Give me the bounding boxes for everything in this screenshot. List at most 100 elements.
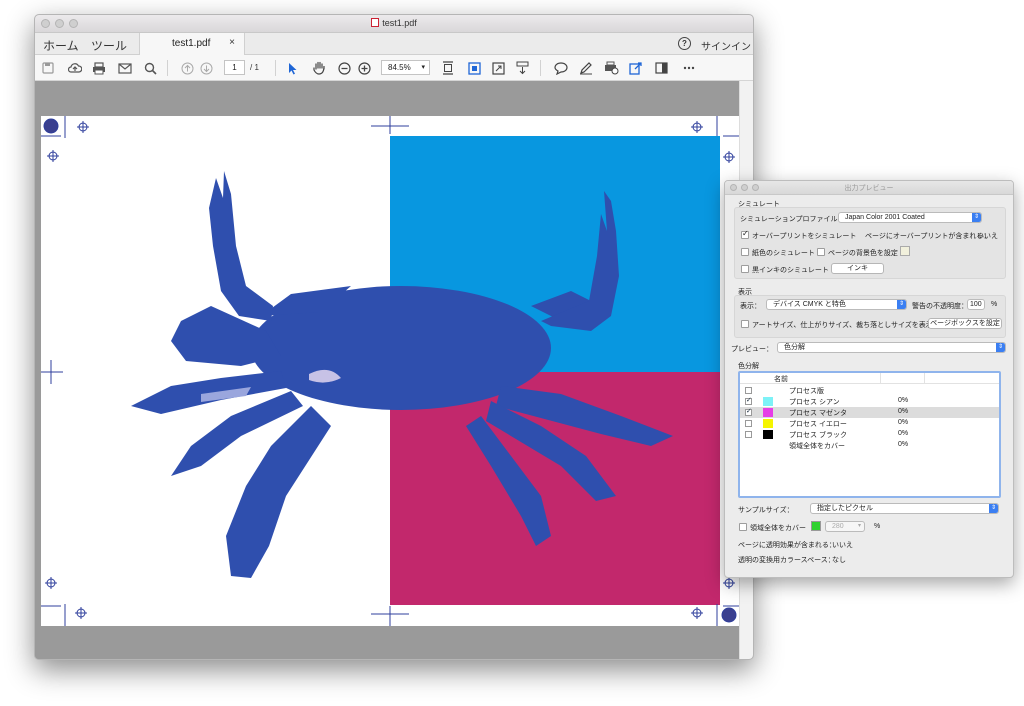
col-name-header: 名前	[774, 376, 788, 383]
separation-row[interactable]: プロセス ブラック 0%	[740, 429, 999, 440]
fit-page-icon[interactable]	[441, 60, 455, 76]
select-cursor-icon[interactable]	[287, 60, 299, 76]
separation-name: プロセス イエロー	[789, 421, 847, 428]
toolbar-divider	[540, 60, 541, 76]
sample-select[interactable]: 指定したピクセル ⇕	[810, 503, 999, 514]
pagebox-button[interactable]: ページボックスを設定	[928, 318, 1002, 329]
email-icon[interactable]	[117, 60, 133, 76]
profile-select[interactable]: Japan Color 2001 Coated ⇕	[838, 212, 982, 223]
acrobat-window: test1.pdf ホーム ツール test1.pdf × ? サインイン 1 …	[34, 14, 754, 660]
separation-percent: 0%	[898, 419, 909, 426]
page-up-icon[interactable]	[180, 60, 194, 76]
page-overprint-label: ページにオーバープリントが含まれる：	[865, 233, 991, 240]
toolbar-divider	[275, 60, 276, 76]
separation-name: プロセス ブラック	[789, 432, 847, 439]
page-total: / 1	[250, 63, 259, 72]
separation-name: プロセス版	[789, 388, 824, 395]
zoom-out-icon[interactable]	[337, 60, 351, 76]
save-icon[interactable]	[41, 60, 55, 76]
separation-swatch	[763, 408, 773, 417]
comment-icon[interactable]	[553, 60, 569, 76]
overprint-label: オーバープリントをシミュレート	[752, 233, 857, 240]
separation-checkbox[interactable]	[745, 396, 752, 405]
page-number-input[interactable]: 1	[224, 60, 245, 75]
coverage-select[interactable]: 280 ▾	[825, 521, 865, 532]
ink-button[interactable]: インキ	[831, 263, 884, 274]
scroll-mode-icon[interactable]	[515, 60, 529, 76]
export-icon[interactable]	[628, 60, 644, 76]
signin-link[interactable]: サインイン	[701, 38, 751, 53]
print-production-icon[interactable]	[603, 60, 619, 76]
sample-label: サンプルサイズ：	[738, 507, 794, 514]
separation-checkbox[interactable]	[745, 407, 752, 416]
tab-home[interactable]: ホーム	[43, 37, 79, 54]
chevron-updown-icon: ⇕	[972, 213, 981, 222]
bg-color-checkbox[interactable]	[817, 248, 825, 256]
bg-color-label: ページの背景色を設定	[828, 250, 898, 257]
separation-row[interactable]: プロセス版	[740, 385, 999, 396]
hand-tool-icon[interactable]	[311, 60, 327, 76]
fit-width-icon[interactable]	[467, 60, 481, 76]
separation-row[interactable]: プロセス シアン 0%	[740, 396, 999, 407]
separation-percent: 0%	[898, 430, 909, 437]
preview-select[interactable]: 色分解 ⇕	[777, 342, 1006, 353]
opacity-input[interactable]: 100	[967, 299, 985, 310]
separation-name: プロセス マゼンタ	[789, 410, 847, 417]
separation-row[interactable]: 領域全体をカバー 0%	[740, 440, 999, 451]
separation-checkbox[interactable]	[745, 387, 752, 394]
close-tab-icon[interactable]: ×	[229, 37, 235, 48]
pdf-page	[41, 116, 739, 626]
coverage-color-swatch[interactable]	[811, 521, 821, 531]
display-group: 表示： デバイス CMYK と特色 ⇕ 警告の不透明度： 100 % アートサイズ…	[734, 295, 1006, 338]
page-down-icon[interactable]	[199, 60, 213, 76]
separation-row[interactable]: プロセス イエロー 0%	[740, 418, 999, 429]
toolbar: 1 / 1 84.5% ▾	[35, 55, 753, 81]
title-bar: test1.pdf	[35, 15, 753, 33]
chevron-down-icon: ▾	[857, 523, 861, 529]
zoom-in-icon[interactable]	[357, 60, 371, 76]
separation-row[interactable]: プロセス マゼンタ 0%	[740, 407, 999, 418]
full-screen-icon[interactable]	[491, 60, 505, 76]
separation-name: プロセス シアン	[789, 399, 840, 406]
paper-color-checkbox[interactable]	[741, 248, 749, 256]
coverage-checkbox[interactable]	[739, 523, 747, 531]
more-options-icon[interactable]	[681, 60, 697, 76]
overprint-checkbox[interactable]	[741, 229, 749, 239]
coverage-unit: %	[874, 523, 881, 530]
separations-list[interactable]: 名前 プロセス版プロセス シアン 0% プロセス マゼンタ 0% プロセス イエロー 0%…	[738, 371, 1001, 498]
search-icon[interactable]	[142, 60, 158, 76]
highlight-pen-icon[interactable]	[578, 60, 594, 76]
help-icon[interactable]: ?	[678, 37, 691, 50]
zoom-level-select[interactable]: 84.5% ▾	[381, 60, 430, 75]
output-preview-panel: 出力プレビュー シミュレート シミュレーションプロファイル： Japan Col…	[724, 180, 1014, 578]
tab-tools[interactable]: ツール	[91, 37, 127, 54]
pdf-file-icon	[371, 18, 380, 27]
paper-color-label: 紙色のシミュレート	[752, 250, 815, 257]
black-ink-label: 黒インキのシミュレート	[752, 267, 829, 274]
separation-checkbox[interactable]	[745, 420, 752, 427]
separation-percent: 0%	[898, 397, 909, 404]
page-artwork	[41, 116, 739, 626]
chevron-updown-icon: ⇕	[996, 343, 1005, 352]
show-select[interactable]: デバイス CMYK と特色 ⇕	[766, 299, 907, 310]
document-viewport[interactable]	[35, 81, 739, 659]
black-ink-checkbox[interactable]	[741, 265, 749, 273]
output-preview-icon[interactable]	[653, 60, 669, 76]
cloud-upload-icon[interactable]	[67, 60, 83, 76]
bg-color-swatch[interactable]	[900, 246, 910, 256]
show-value: デバイス CMYK と特色	[773, 301, 846, 308]
window-title: test1.pdf	[35, 18, 753, 28]
transparency-label: ページに透明効果が含まれる：	[738, 542, 836, 549]
tab-document[interactable]: test1.pdf ×	[139, 33, 245, 55]
separations-header: 色分解	[738, 363, 759, 370]
separation-checkbox[interactable]	[745, 431, 752, 438]
coverage-label: 領域全体をカバー	[750, 525, 806, 532]
chevron-updown-icon: ⇕	[989, 504, 998, 513]
tab-bar: ホーム ツール test1.pdf × ? サインイン	[35, 33, 753, 55]
chevron-updown-icon: ⇕	[897, 300, 906, 309]
print-icon[interactable]	[91, 60, 107, 76]
window-title-text: test1.pdf	[382, 18, 417, 28]
preview-value: 色分解	[784, 344, 805, 351]
blend-space-value: なし	[832, 557, 846, 564]
artsize-checkbox[interactable]	[741, 320, 749, 328]
